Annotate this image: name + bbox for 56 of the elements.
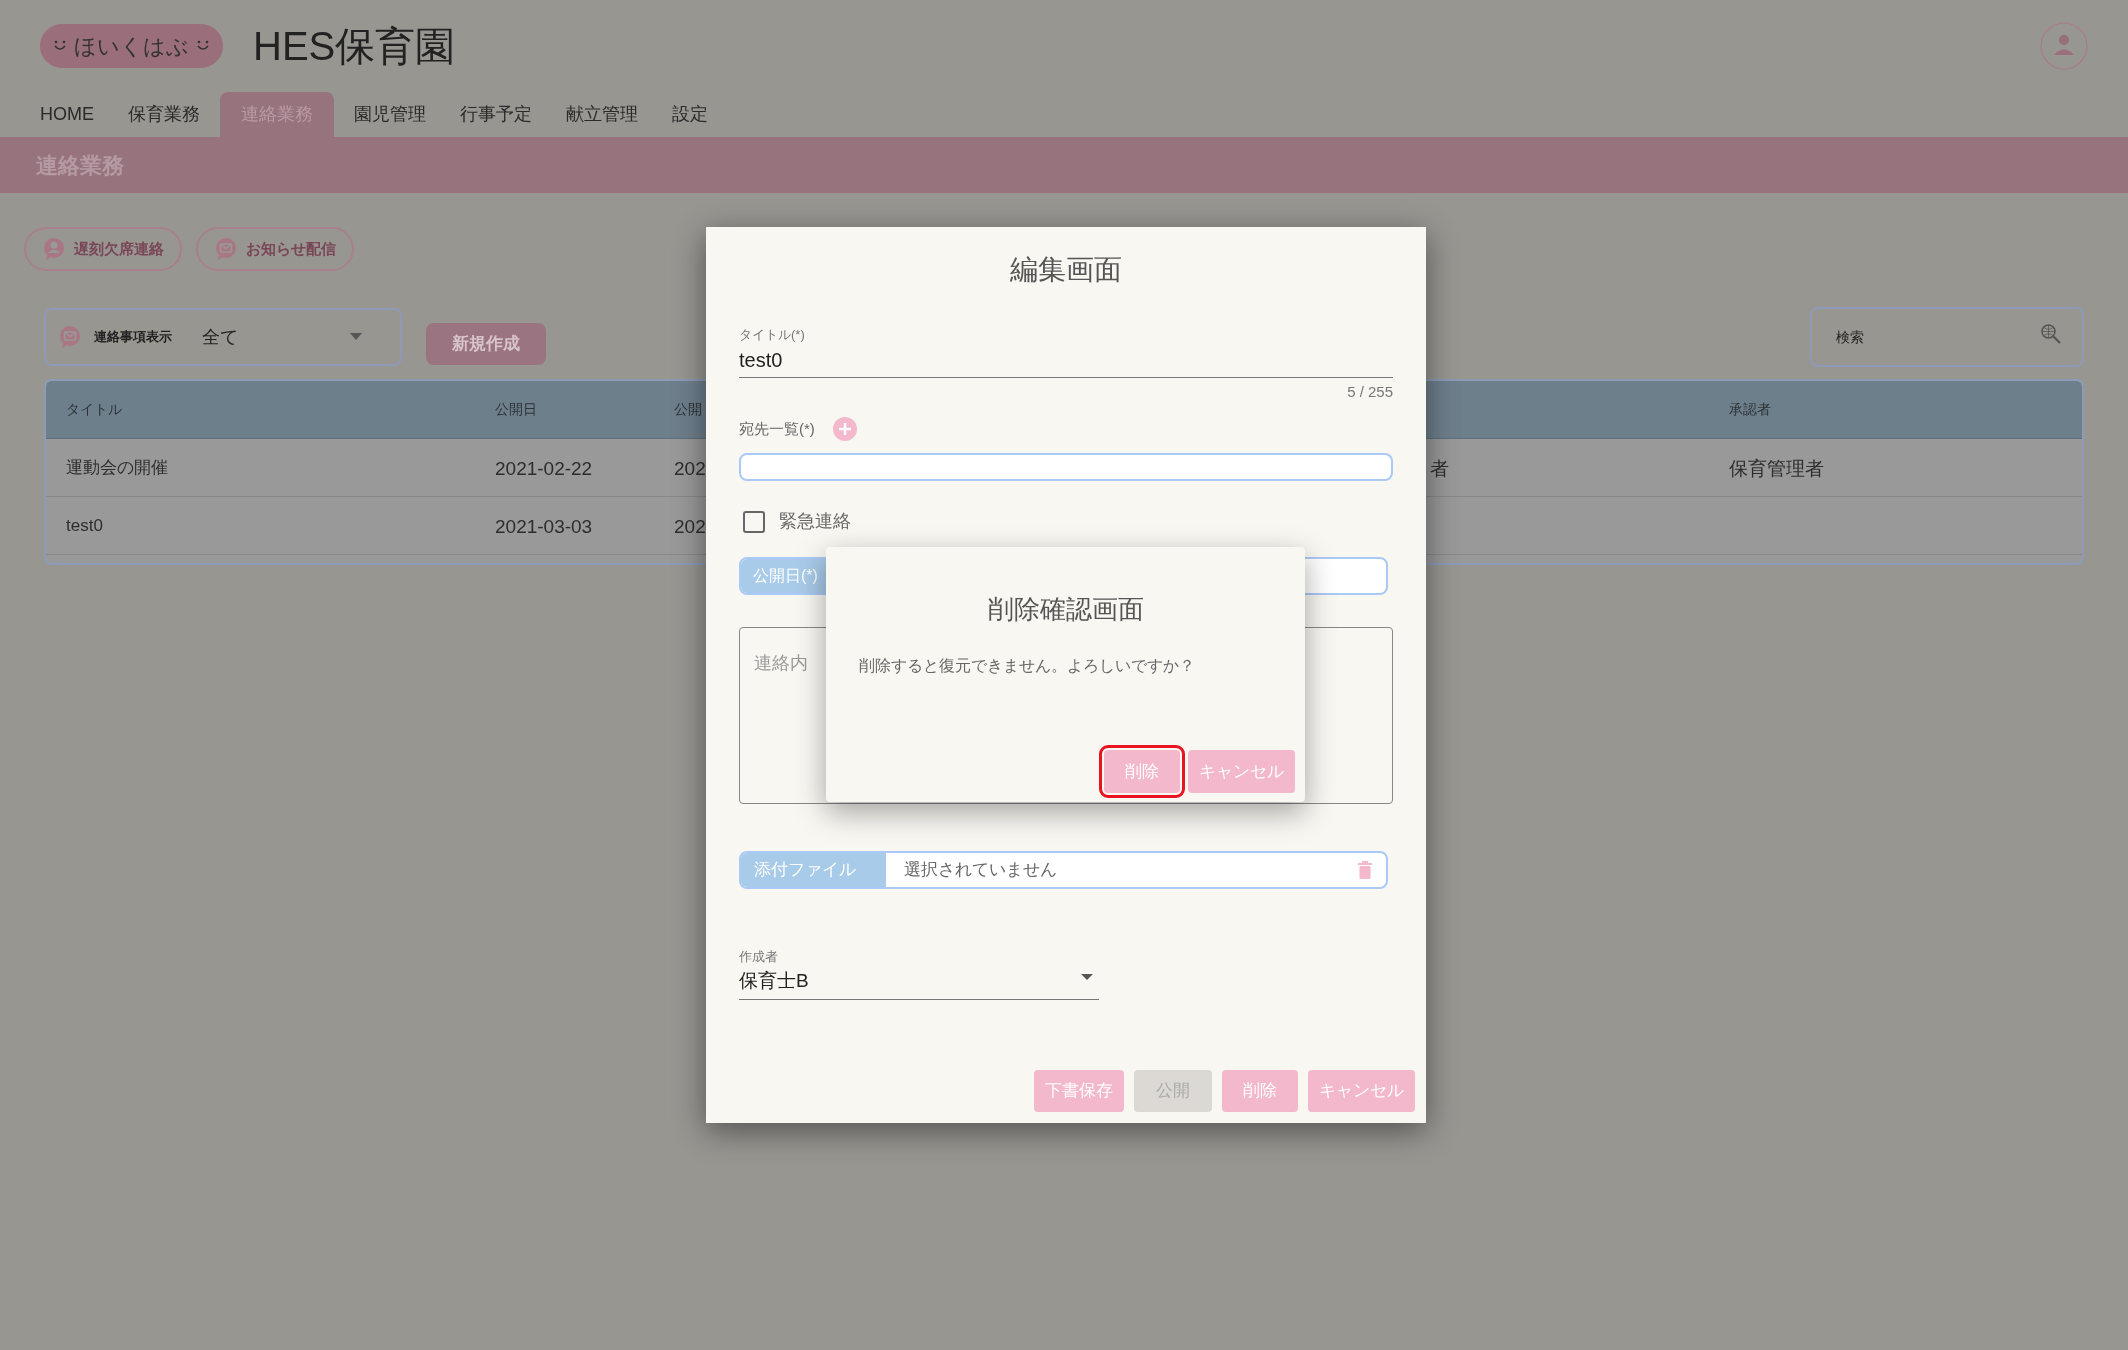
field-label: 作成者 (739, 948, 779, 966)
table-cell-text: 2021-03-03 (495, 515, 593, 539)
column-header: 公開日 (495, 400, 537, 419)
table-cell-text: 202 (674, 515, 706, 539)
confirm-message: 削除すると復元できません。よろしいですか？ (859, 656, 1196, 676)
dialog-title: 削除確認画面 (986, 593, 1145, 626)
column-header: 公開 (674, 400, 702, 419)
field-value: test0 (739, 347, 784, 373)
filter-value: 全て (202, 325, 238, 349)
nav-tab[interactable]: 園児管理 (340, 92, 440, 137)
field-value: 選択されていません (904, 859, 1058, 882)
column-header: タイトル (66, 400, 122, 419)
table-cell-text: 202 (674, 457, 706, 481)
table-cell-text: 2021-02-22 (495, 457, 593, 481)
table-cell-text: 保育管理者 (1729, 457, 1824, 481)
site-title: HES保育園 (253, 23, 456, 70)
table-cell-text: 者 (1430, 457, 1449, 481)
nav-tab[interactable]: 献立管理 (552, 92, 652, 137)
field-value: 保育士B (739, 968, 810, 993)
search-icon[interactable] (2040, 323, 2062, 345)
column-header: 承認者 (1729, 400, 1771, 419)
table-cell-text: 運動会の開催 (66, 457, 168, 479)
logo-text: ほいくはぶ (74, 32, 189, 61)
quick-action-button[interactable]: 遅刻欠席連絡 (24, 227, 182, 271)
attachment-field[interactable]: 添付ファイル 選択されていません (739, 851, 1388, 889)
dropdown-caret-icon (350, 333, 362, 341)
search-field[interactable]: 検索 (1810, 307, 2084, 367)
person-icon (42, 237, 66, 261)
recipients-field[interactable] (739, 453, 1393, 481)
textarea-placeholder: 連絡内 (754, 653, 808, 673)
mail-icon (58, 325, 82, 349)
filter-label: 連絡事項表示 (94, 328, 172, 347)
quick-action-button[interactable]: お知らせ配信 (196, 227, 354, 271)
dropdown-caret-icon (1081, 974, 1093, 981)
nav-tab[interactable]: 行事予定 (446, 92, 546, 137)
nav-tab[interactable]: 設定 (658, 92, 722, 137)
field-label: 添付ファイル (741, 853, 886, 887)
checkbox-label: 緊急連絡 (779, 510, 851, 533)
add-icon[interactable] (832, 417, 857, 441)
user-avatar-icon[interactable] (2040, 22, 2088, 70)
table-cell-text: test0 (66, 515, 103, 537)
dialog-title: 編集画面 (1009, 253, 1123, 287)
smile-icon (195, 39, 211, 53)
nav-tab[interactable]: 保育業務 (114, 92, 214, 137)
trash-icon[interactable] (1358, 861, 1372, 879)
new-button[interactable]: 新規作成 (426, 323, 546, 365)
author-select[interactable]: 作成者 保育士B (739, 947, 1099, 1000)
nav-tab[interactable]: HOME (26, 92, 108, 137)
urgent-checkbox[interactable] (743, 510, 765, 533)
field-label: タイトル(*) (739, 326, 806, 344)
title-field[interactable]: タイトル(*) test0 (739, 325, 1393, 378)
filter-select[interactable]: 連絡事項表示 全て (44, 308, 402, 366)
mail-icon (214, 237, 238, 261)
smile-icon (52, 39, 68, 53)
char-counter: 5 / 255 (1347, 381, 1393, 402)
field-label: 宛先一覧(*) (739, 418, 815, 439)
